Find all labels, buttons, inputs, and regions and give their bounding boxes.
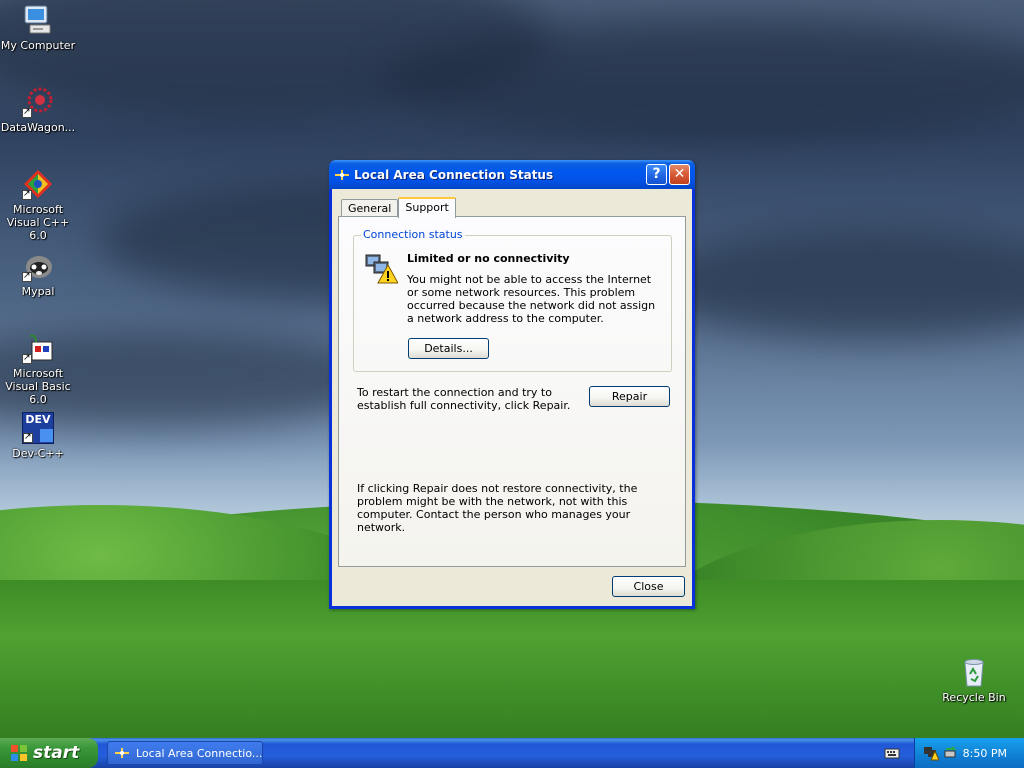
repair-instructions: To restart the connection and try to est… — [357, 386, 571, 412]
recycle-bin-icon — [958, 656, 990, 688]
support-tab-panel: Connection status Limited or no connecti… — [338, 216, 686, 567]
desktop-icon-label: DataWagon... — [0, 121, 76, 134]
tab-general[interactable]: General — [341, 199, 399, 217]
shortcut-arrow-icon — [22, 106, 32, 119]
limited-connectivity-warning-icon — [364, 251, 399, 285]
taskbar-item-label: Local Area Connectio... — [136, 746, 263, 760]
details-button[interactable]: Details... — [408, 338, 489, 359]
desktop-icon-my-computer[interactable]: My Computer — [0, 4, 78, 52]
start-label: start — [33, 743, 80, 763]
dev-cpp-badge: DEV — [25, 413, 51, 426]
visual-cpp-icon — [22, 168, 54, 201]
taskbar: start Local Area Connectio... 8:50 PM — [0, 738, 1024, 768]
system-tray: 8:50 PM — [914, 738, 1024, 768]
shortcut-arrow-icon — [23, 431, 33, 444]
desktop-icon-label: My Computer — [0, 39, 76, 52]
my-computer-icon — [22, 4, 54, 36]
local-area-connection-status-window: Local Area Connection Status ? ✕ General… — [329, 160, 695, 609]
tab-support[interactable]: Support — [398, 197, 456, 218]
status-heading: Limited or no connectivity — [407, 252, 570, 265]
window-title: Local Area Connection Status — [354, 167, 554, 182]
windows-logo-icon — [10, 744, 28, 762]
desktop-icon-datawagon[interactable]: DataWagon... — [0, 86, 78, 134]
dev-cpp-icon: DEV — [22, 412, 54, 444]
desktop-icon-label: Mypal — [21, 285, 55, 298]
taskbar-item-local-area-connection[interactable]: Local Area Connectio... — [107, 741, 263, 765]
tab-strip: General Support — [341, 196, 456, 218]
repair-button[interactable]: Repair — [589, 386, 670, 407]
desktop-icon-visual-basic[interactable]: Microsoft Visual Basic 6.0 — [0, 332, 78, 406]
group-title: Connection status — [361, 228, 465, 241]
clock[interactable]: 8:50 PM — [963, 747, 1007, 760]
desktop-icon-mypal[interactable]: Mypal — [0, 250, 78, 298]
shortcut-arrow-icon — [22, 352, 32, 365]
keyboard-icon[interactable] — [884, 746, 900, 760]
desktop-icon-label: Microsoft Visual C++ 6.0 — [6, 203, 70, 242]
desktop-icon-label: Microsoft Visual Basic 6.0 — [5, 367, 71, 406]
safely-remove-hardware-icon[interactable] — [942, 745, 958, 761]
shortcut-arrow-icon — [22, 188, 32, 201]
status-description: You might not be able to access the Inte… — [407, 273, 656, 325]
visual-basic-icon — [22, 332, 54, 365]
dev-cpp-block — [40, 429, 53, 442]
cloud — [380, 20, 1024, 140]
mypal-icon — [22, 250, 54, 283]
desktop-icon-visual-cpp[interactable]: Microsoft Visual C++ 6.0 — [0, 168, 78, 242]
desktop-icon-dev-cpp[interactable]: DEV Dev-C++ — [0, 412, 78, 460]
help-button[interactable]: ? — [646, 164, 667, 185]
title-bar[interactable]: Local Area Connection Status ? ✕ — [329, 160, 695, 189]
desktop-icon-label: Dev-C++ — [12, 447, 64, 460]
desktop-icon-label: Recycle Bin — [942, 691, 1006, 704]
connection-status-group: Connection status Limited or no connecti… — [353, 228, 672, 372]
network-connection-icon — [114, 745, 130, 761]
shortcut-arrow-icon — [22, 270, 32, 283]
close-window-button[interactable]: ✕ — [669, 164, 690, 185]
repair-footer-text: If clicking Repair does not restore conn… — [357, 482, 638, 534]
window-client-area: General Support Connection status Limite… — [332, 189, 692, 606]
cloud — [650, 230, 1024, 340]
close-button[interactable]: Close — [612, 576, 685, 597]
start-button[interactable]: start — [0, 738, 98, 768]
network-warning-tray-icon[interactable] — [923, 745, 940, 761]
network-connection-icon — [334, 167, 350, 183]
datawagon-icon — [22, 86, 54, 119]
desktop-icon-recycle-bin[interactable]: Recycle Bin — [934, 656, 1014, 704]
